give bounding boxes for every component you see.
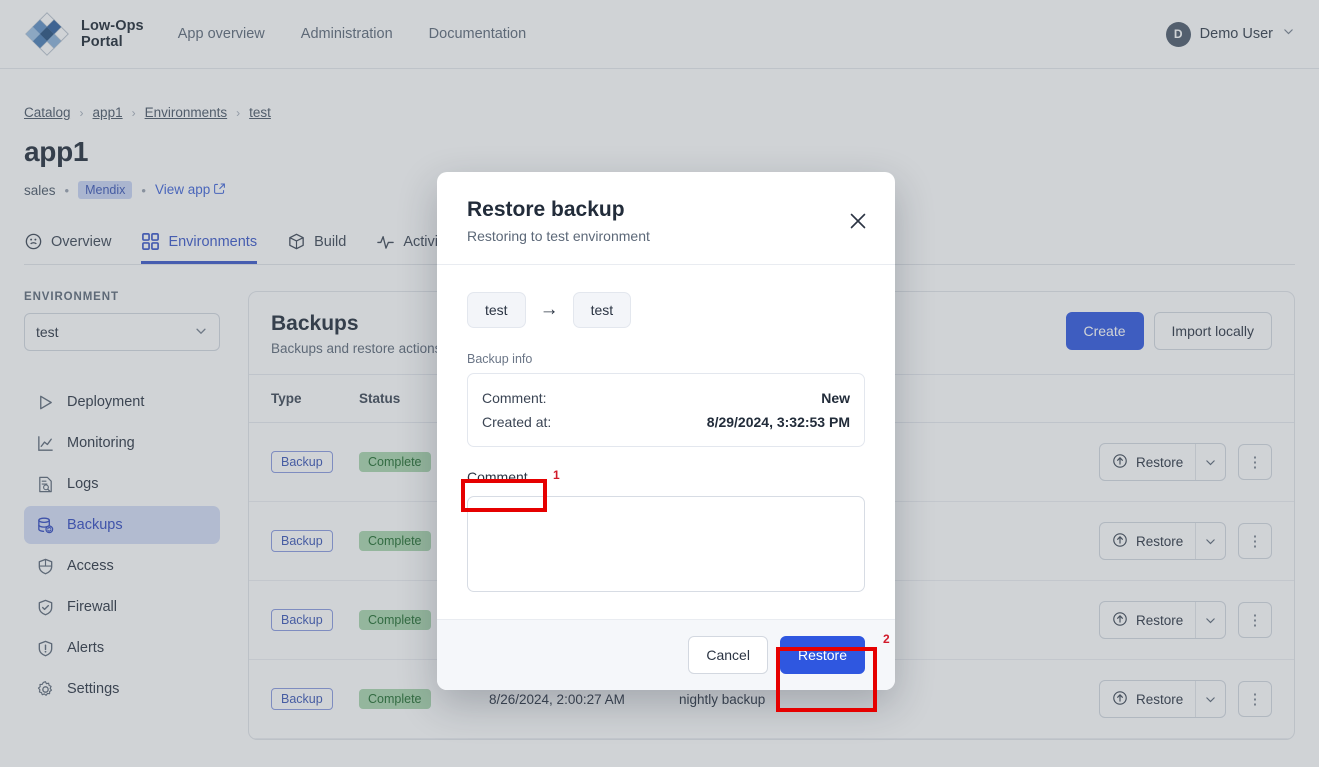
modal-title: Restore backup bbox=[467, 198, 625, 221]
app-root: Low-Ops Portal App overview Administrati… bbox=[0, 0, 1319, 767]
backup-info-label: Backup info bbox=[467, 352, 533, 366]
info-key: Created at: bbox=[482, 414, 552, 430]
annotation-box-2 bbox=[776, 647, 877, 712]
environment-flow: test → test bbox=[467, 292, 865, 328]
source-environment-pill: test bbox=[467, 292, 526, 328]
annotation-box-1 bbox=[461, 479, 547, 512]
target-environment-pill: test bbox=[572, 292, 632, 328]
info-row-comment: Comment: New bbox=[482, 386, 850, 410]
modal-subtitle: Restoring to test environment bbox=[467, 228, 650, 244]
modal-body: test → test Backup info Comment: New Cre… bbox=[437, 265, 895, 619]
info-key: Comment: bbox=[482, 390, 547, 406]
info-row-created-at: Created at: 8/29/2024, 3:32:53 PM bbox=[482, 410, 850, 434]
close-icon[interactable] bbox=[847, 210, 869, 232]
info-value: New bbox=[821, 390, 850, 406]
cancel-button[interactable]: Cancel bbox=[688, 636, 768, 674]
info-value: 8/29/2024, 3:32:53 PM bbox=[706, 414, 850, 430]
arrow-right-icon: → bbox=[539, 299, 559, 320]
annotation-number-2: 2 bbox=[883, 632, 890, 646]
restore-backup-modal: Restore backup Restoring to test environ… bbox=[437, 172, 895, 690]
backup-info-box: Comment: New Created at: 8/29/2024, 3:32… bbox=[467, 373, 865, 447]
modal-header: Restore backup Restoring to test environ… bbox=[437, 172, 895, 265]
annotation-number-1: 1 bbox=[553, 468, 560, 482]
